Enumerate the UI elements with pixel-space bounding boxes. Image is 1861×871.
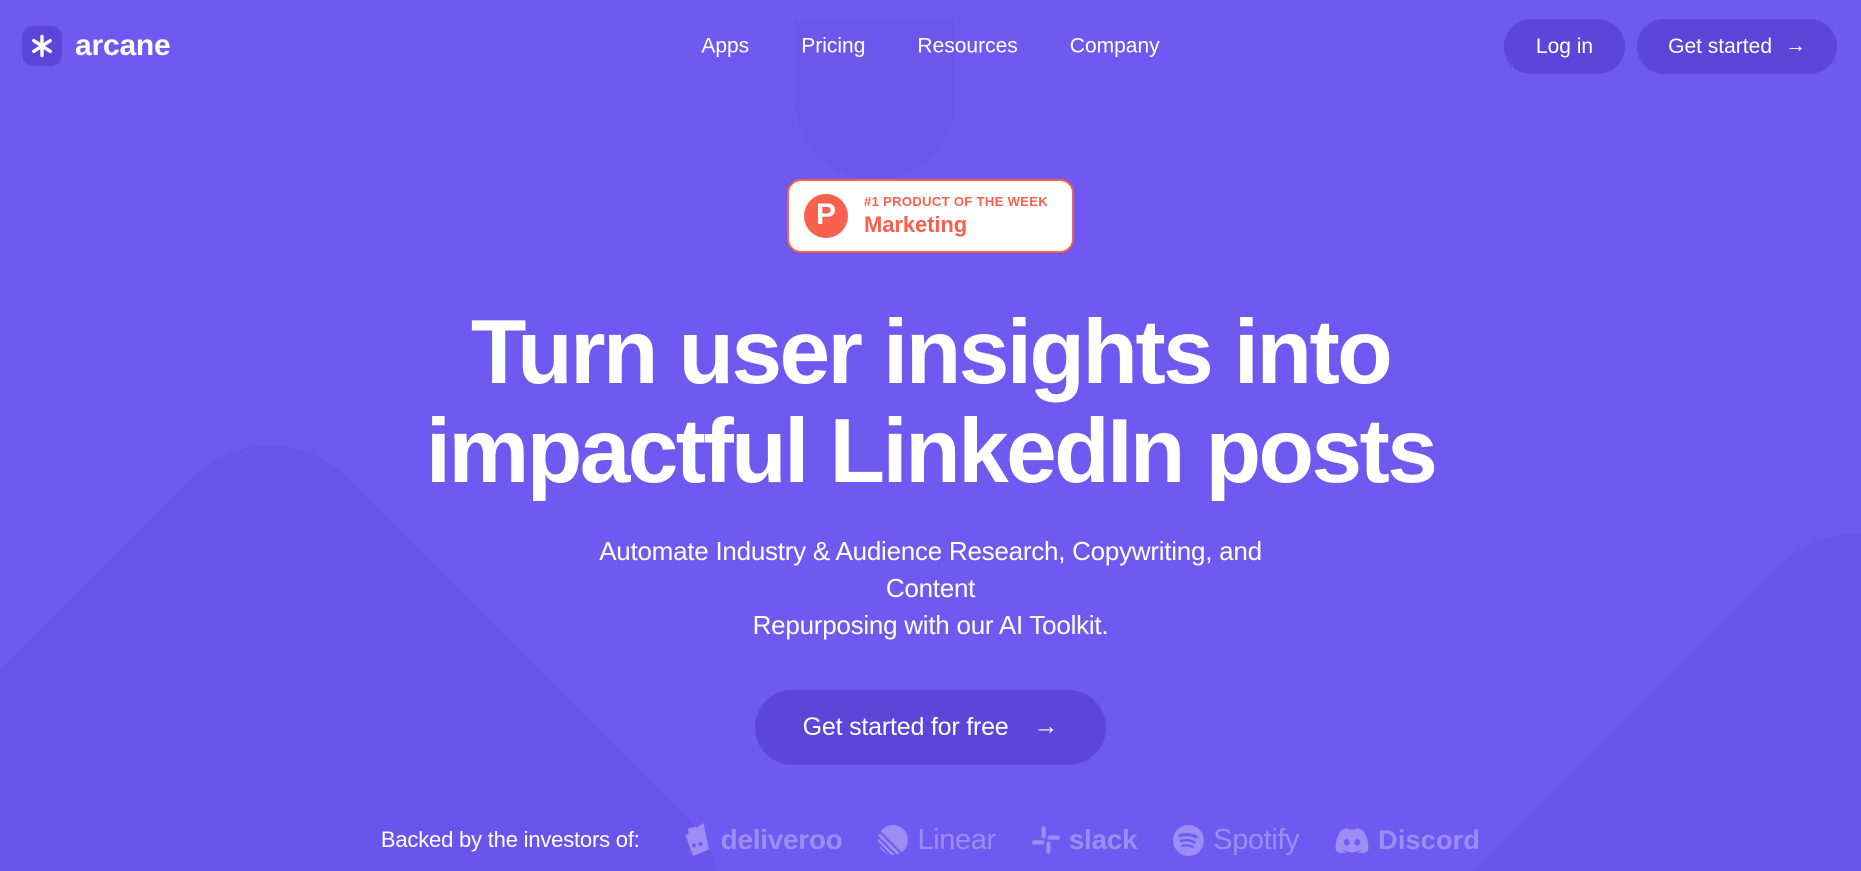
get-started-free-label: Get started for free <box>802 712 1009 741</box>
get-started-button[interactable]: Get started → <box>1637 18 1837 74</box>
login-button[interactable]: Log in <box>1503 18 1626 74</box>
investors-strip: Backed by the investors of: deliveroo Li… <box>0 809 1861 871</box>
investor-logo-label: Spotify <box>1213 823 1300 856</box>
investor-logo-label: slack <box>1068 824 1138 855</box>
investor-logo-spotify: Spotify <box>1173 823 1300 856</box>
hero-subtitle: Automate Industry & Audience Research, C… <box>566 533 1296 644</box>
linear-icon <box>878 825 909 855</box>
page-title: Turn user insights into impactful Linked… <box>425 302 1438 502</box>
product-hunt-badge[interactable]: P #1 PRODUCT OF THE WEEK Marketing <box>787 179 1074 254</box>
nav-item-apps[interactable]: Apps <box>675 25 775 66</box>
subtitle-line-2: Repurposing with our AI Toolkit. <box>752 609 1109 640</box>
investor-logo-slack: slack <box>1031 824 1138 855</box>
investor-logo-discord: Discord <box>1335 824 1481 855</box>
investor-logo-row: deliveroo Linear slack Spotify Discord <box>682 823 1480 857</box>
header-actions: Log in Get started → <box>1503 18 1837 74</box>
brand-logo[interactable]: arcane <box>22 26 171 66</box>
site-header: arcane Apps Pricing Resources Company Lo… <box>0 0 1861 92</box>
product-hunt-icon: P <box>804 194 849 239</box>
headline-line-1: Turn user insights into <box>470 302 1393 404</box>
get-started-free-button[interactable]: Get started for free → <box>754 689 1107 765</box>
nav-item-pricing[interactable]: Pricing <box>775 25 891 66</box>
nav-item-resources[interactable]: Resources <box>891 25 1043 66</box>
investor-logo-label: Linear <box>917 823 996 856</box>
spotify-icon <box>1173 824 1205 856</box>
login-button-label: Log in <box>1535 34 1594 58</box>
asterisk-icon <box>22 26 62 66</box>
investor-logo-label: deliveroo <box>720 824 843 855</box>
subtitle-line-1: Automate Industry & Audience Research, C… <box>599 535 1262 603</box>
product-hunt-badge-text: #1 PRODUCT OF THE WEEK Marketing <box>864 194 1048 238</box>
nav-item-company[interactable]: Company <box>1044 25 1186 66</box>
investor-logo-linear: Linear <box>878 823 996 856</box>
product-hunt-kicker: #1 PRODUCT OF THE WEEK <box>864 194 1048 209</box>
investors-label: Backed by the investors of: <box>380 827 640 852</box>
investor-logo-deliveroo: deliveroo <box>682 823 843 857</box>
deliveroo-icon <box>682 823 712 857</box>
investor-logo-label: Discord <box>1378 824 1481 855</box>
brand-name: arcane <box>75 29 171 62</box>
get-started-button-label: Get started <box>1668 34 1772 58</box>
arrow-right-icon: → <box>1785 33 1806 57</box>
slack-icon <box>1031 826 1060 854</box>
main-navigation: Apps Pricing Resources Company <box>675 25 1185 66</box>
arrow-right-icon: → <box>1033 711 1059 740</box>
hero-section: P #1 PRODUCT OF THE WEEK Marketing Turn … <box>0 92 1861 765</box>
discord-icon <box>1335 827 1369 853</box>
headline-line-2: impactful LinkedIn posts <box>425 400 1438 502</box>
product-hunt-title: Marketing <box>864 211 968 237</box>
